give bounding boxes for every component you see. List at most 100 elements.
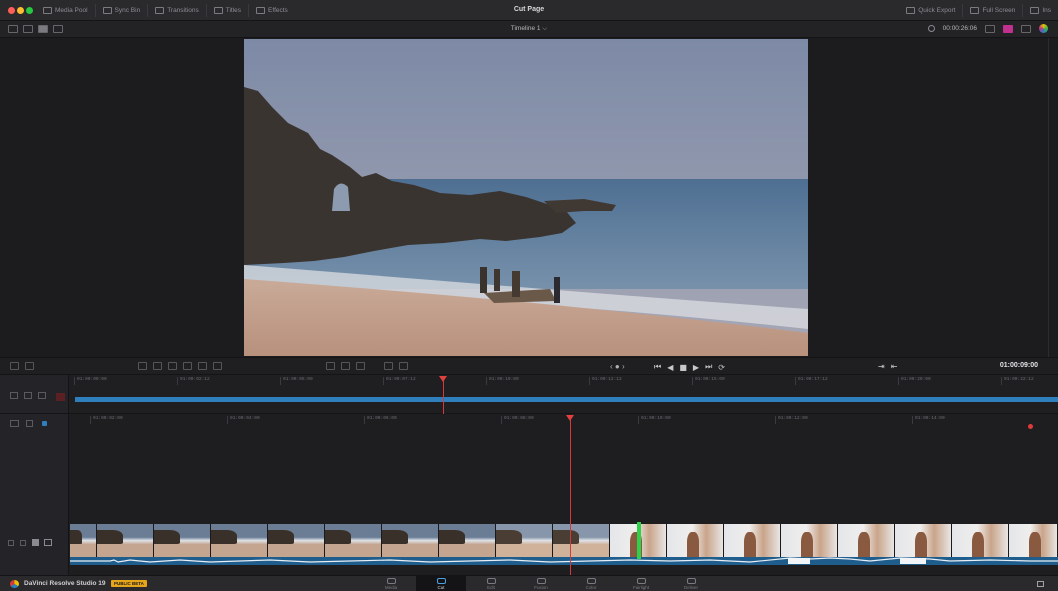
home-icon[interactable] xyxy=(1037,581,1044,587)
clip-thumbnail[interactable] xyxy=(211,524,268,557)
safe-area-icon[interactable] xyxy=(1003,24,1013,33)
clip-thumbnail[interactable] xyxy=(838,524,895,557)
ruler-tick xyxy=(486,377,487,385)
media-pool-button[interactable]: Media Pool xyxy=(36,4,95,17)
clip-thumbnail[interactable] xyxy=(154,524,211,557)
duration-icon xyxy=(927,25,935,32)
ripple-overwrite-icon[interactable] xyxy=(168,362,177,370)
stop-button[interactable]: ■ xyxy=(679,363,687,372)
transitions-button[interactable]: Transitions xyxy=(147,4,206,17)
audio-meter-icon[interactable] xyxy=(1021,24,1031,33)
edit-append-icon[interactable] xyxy=(10,362,19,370)
timeline-selector[interactable]: Timeline 1 ⌵ xyxy=(0,25,1058,33)
speaker-icon[interactable] xyxy=(32,539,39,546)
source-tape-icon[interactable] xyxy=(326,362,335,370)
tab-media[interactable]: Media xyxy=(366,576,416,591)
tab-cut[interactable]: Cut xyxy=(416,576,466,591)
place-on-top-icon[interactable] xyxy=(198,362,207,370)
audio-track-icon[interactable] xyxy=(26,420,33,427)
lower-playhead-handle[interactable] xyxy=(566,415,574,421)
green-edit-marker[interactable] xyxy=(637,522,641,559)
lower-ruler[interactable]: 01:00:02:00 01:00:04:00 01:00:06:00 01:00:0… xyxy=(70,414,1058,424)
close-window-button[interactable] xyxy=(8,7,15,14)
lower-playhead-line[interactable] xyxy=(570,420,571,575)
timeline-marker[interactable] xyxy=(1028,424,1033,429)
ruler-tick xyxy=(692,377,693,385)
lower-timeline-header xyxy=(0,414,69,575)
overview-clip-bar[interactable] xyxy=(75,397,1058,402)
play-reverse-button[interactable]: ◀ xyxy=(667,363,673,372)
sync-bin-button[interactable]: Sync Bin xyxy=(94,4,148,17)
timeline-view-icon[interactable] xyxy=(341,362,350,370)
monitor-icon[interactable] xyxy=(44,539,52,546)
clip-thumbnail[interactable] xyxy=(667,524,724,557)
clip-thumbnail[interactable] xyxy=(895,524,952,557)
ruler-tick xyxy=(795,377,796,385)
jog-control[interactable]: ‹ ● › xyxy=(610,362,625,371)
tab-fairlight[interactable]: Fairlight xyxy=(616,576,666,591)
tab-fusion[interactable]: Fusion xyxy=(516,576,566,591)
tab-color[interactable]: Color xyxy=(566,576,616,591)
audio-track[interactable] xyxy=(70,557,1058,565)
timeline-play-icon[interactable] xyxy=(399,362,408,370)
lock-icon[interactable] xyxy=(8,540,14,546)
viewer-layout-icon[interactable] xyxy=(985,24,995,33)
clip-thumbnail[interactable] xyxy=(496,524,553,557)
full-screen-button[interactable]: Full Screen xyxy=(962,4,1022,17)
clip-thumbnail[interactable] xyxy=(268,524,325,557)
tab-edit[interactable]: Edit xyxy=(466,576,516,591)
clip-thumbnail[interactable] xyxy=(1009,524,1058,557)
ruler-timecode-label: 01:00:00:00 xyxy=(77,377,107,382)
source-overwrite-icon[interactable] xyxy=(213,362,222,370)
sync-bin-icon xyxy=(102,7,112,14)
titles-button[interactable]: Titles xyxy=(205,4,248,17)
zoom-window-button[interactable] xyxy=(26,7,33,14)
color-picker-icon[interactable] xyxy=(1039,24,1048,33)
clip-thumbnail[interactable] xyxy=(781,524,838,557)
track-audio-icon[interactable] xyxy=(38,392,46,399)
upper-playhead-line[interactable] xyxy=(443,381,444,414)
go-to-start-button[interactable]: ⏮ xyxy=(654,362,661,372)
track-link-icon[interactable] xyxy=(24,392,32,399)
video-track[interactable] xyxy=(70,524,1058,557)
loop-button[interactable]: ⟳ xyxy=(718,363,725,372)
go-to-end-button[interactable]: ⏭ xyxy=(705,362,712,372)
mark-in-icon[interactable]: ⇥ xyxy=(878,362,885,371)
ruler-tick xyxy=(90,416,91,424)
minimize-window-button[interactable] xyxy=(17,7,24,14)
quick-export-button[interactable]: Quick Export xyxy=(899,4,962,17)
timeline-duration: 00:00:26:06 xyxy=(942,25,977,32)
mute-icon[interactable] xyxy=(20,540,26,546)
ruler-tick xyxy=(227,416,228,424)
clip-thumbnail[interactable] xyxy=(952,524,1009,557)
clip-thumbnail[interactable] xyxy=(724,524,781,557)
track-enable-icon[interactable] xyxy=(42,421,47,426)
mark-out-icon[interactable]: ⇤ xyxy=(891,362,898,371)
clip-thumbnail[interactable] xyxy=(439,524,496,557)
trim-icon[interactable] xyxy=(384,362,393,370)
clip-thumbnail[interactable] xyxy=(382,524,439,557)
video-track-icon[interactable] xyxy=(10,420,19,427)
dual-view-icon[interactable] xyxy=(356,362,365,370)
clip-thumbnail[interactable] xyxy=(70,524,97,557)
effects-button[interactable]: Effects xyxy=(248,4,295,17)
toolbar-left: Media Pool Sync Bin Transitions Titles E… xyxy=(36,0,295,21)
clip-thumbnail[interactable] xyxy=(553,524,610,557)
smart-insert-icon[interactable] xyxy=(138,362,147,370)
ruler-tick xyxy=(898,377,899,385)
ruler-tick xyxy=(638,416,639,424)
track-lock-icon[interactable] xyxy=(10,392,18,399)
ruler-tick xyxy=(177,377,178,385)
edit-insert-icon[interactable] xyxy=(25,362,34,370)
play-button[interactable]: ▶ xyxy=(693,363,699,372)
inspector-button[interactable]: Ins xyxy=(1022,4,1058,17)
toolbar-right: Quick Export Full Screen Ins xyxy=(899,0,1058,21)
tab-deliver[interactable]: Deliver xyxy=(666,576,716,591)
upper-playhead-handle[interactable] xyxy=(439,376,447,382)
upper-ruler[interactable]: 01:00:00:00 01:00:02:12 01:00:05:00 01:00:0… xyxy=(70,375,1058,385)
clip-thumbnail[interactable] xyxy=(325,524,382,557)
close-up-icon[interactable] xyxy=(183,362,192,370)
clip-frame-rock xyxy=(154,530,180,544)
append-icon[interactable] xyxy=(153,362,162,370)
clip-thumbnail[interactable] xyxy=(97,524,154,557)
